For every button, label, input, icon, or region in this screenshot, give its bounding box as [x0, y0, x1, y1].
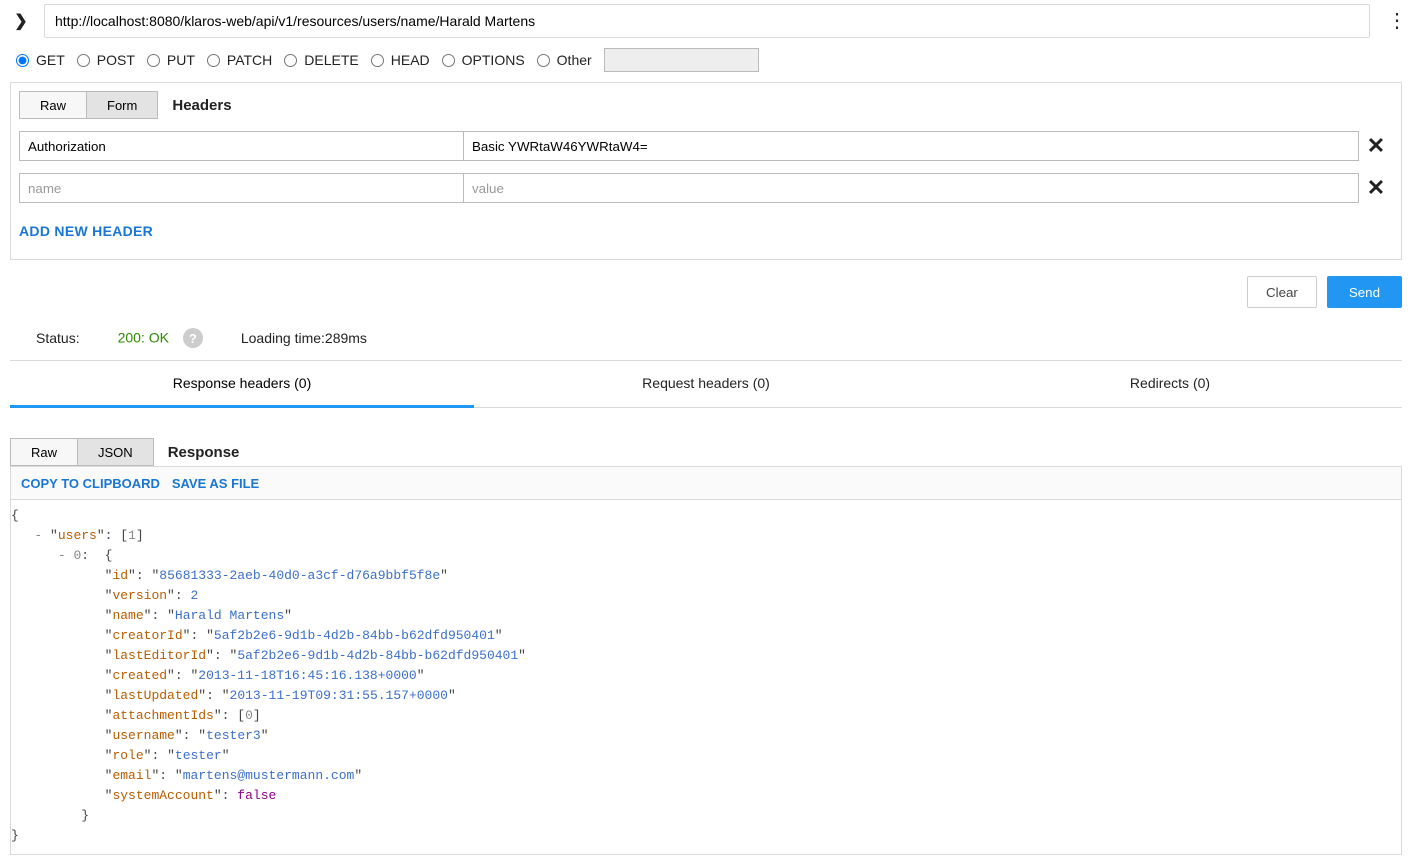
header-row: ✕ [19, 173, 1393, 203]
request-section: Raw Form Headers ✕ ✕ ADD NEW HEADER [10, 82, 1402, 260]
expand-icon[interactable]: ❯ [10, 11, 32, 31]
response-title: Response [168, 444, 240, 461]
help-icon[interactable]: ? [183, 328, 203, 348]
method-radio-head[interactable]: HEAD [371, 52, 430, 68]
loading-time: Loading time:289ms [241, 330, 367, 346]
method-radio-delete[interactable]: DELETE [284, 52, 358, 68]
tab-redirects[interactable]: Redirects (0) [938, 361, 1402, 407]
http-method-group: GET POST PUT PATCH DELETE HEAD OPTIONS Other [10, 38, 1412, 82]
response-body[interactable]: { - "users": [1] - 0: { "id": "85681333-… [10, 500, 1402, 855]
tab-form[interactable]: Form [86, 91, 158, 119]
method-radio-post[interactable]: POST [77, 52, 135, 68]
header-value-input[interactable] [464, 173, 1359, 203]
send-button[interactable]: Send [1327, 276, 1402, 308]
url-input[interactable] [44, 4, 1370, 38]
headers-title: Headers [172, 97, 231, 114]
method-radio-put[interactable]: PUT [147, 52, 195, 68]
add-new-header-button[interactable]: ADD NEW HEADER [19, 223, 153, 239]
tab-request-headers[interactable]: Request headers (0) [474, 361, 938, 407]
tab-response-raw[interactable]: Raw [10, 438, 77, 466]
method-radio-other[interactable]: Other [537, 52, 592, 68]
header-name-input[interactable] [19, 131, 464, 161]
copy-to-clipboard-button[interactable]: COPY TO CLIPBOARD [21, 476, 160, 491]
method-other-input[interactable] [604, 48, 759, 72]
delete-header-icon[interactable]: ✕ [1359, 173, 1393, 203]
delete-header-icon[interactable]: ✕ [1359, 131, 1393, 161]
method-radio-get[interactable]: GET [16, 52, 65, 68]
status-code: 200: OK [118, 330, 169, 346]
save-as-file-button[interactable]: SAVE AS FILE [172, 476, 259, 491]
tab-response-json[interactable]: JSON [77, 438, 154, 466]
status-label: Status: [36, 330, 80, 346]
method-radio-patch[interactable]: PATCH [207, 52, 272, 68]
tab-response-headers[interactable]: Response headers (0) [10, 361, 474, 407]
header-row: ✕ [19, 131, 1393, 161]
method-radio-options[interactable]: OPTIONS [442, 52, 525, 68]
more-menu-icon[interactable]: ⋮ [1382, 11, 1412, 31]
header-value-input[interactable] [464, 131, 1359, 161]
clear-button[interactable]: Clear [1247, 276, 1317, 308]
header-name-input[interactable] [19, 173, 464, 203]
tab-raw[interactable]: Raw [19, 91, 86, 119]
